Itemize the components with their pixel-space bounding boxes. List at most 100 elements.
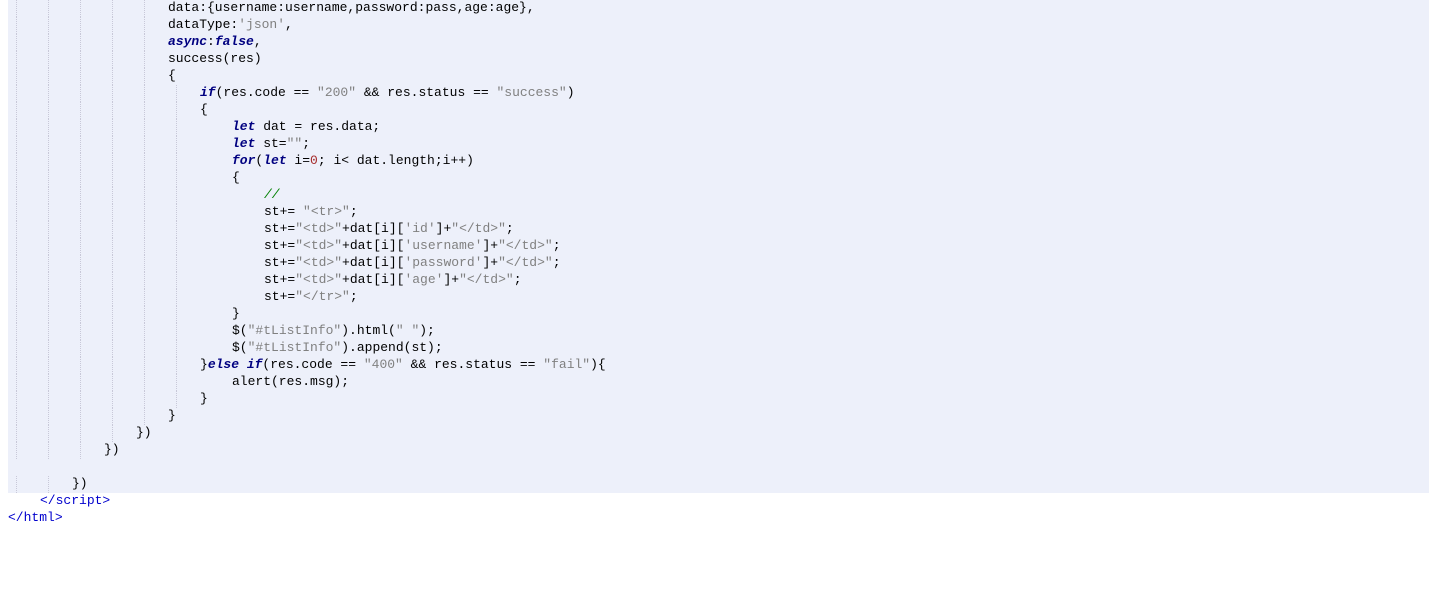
token: && res.status == (403, 357, 543, 372)
line-content: async:false, (8, 34, 262, 49)
code-line[interactable]: if(res.code == "200" && res.status == "s… (8, 85, 1429, 102)
indent-guide (80, 255, 81, 272)
indent-guide (80, 136, 81, 153)
token: let (232, 119, 255, 134)
token: $( (232, 323, 248, 338)
indent-guide (80, 442, 81, 459)
code-line[interactable]: }) (8, 476, 1429, 493)
code-line[interactable]: data:{username:username,password:pass,ag… (8, 0, 1429, 17)
code-line[interactable]: for(let i=0; i< dat.length;i++) (8, 153, 1429, 170)
token: ]+ (436, 221, 452, 236)
line-content: } (8, 306, 240, 321)
code-line[interactable]: } (8, 408, 1429, 425)
code-line[interactable]: st+= "<tr>"; (8, 204, 1429, 221)
code-line[interactable]: let dat = res.data; (8, 119, 1429, 136)
token: else if (208, 357, 263, 372)
indent-guide (48, 238, 49, 255)
indent-guide (112, 153, 113, 170)
token: if (200, 85, 216, 100)
line-content: </html> (8, 510, 63, 525)
token: "</td>" (451, 221, 506, 236)
indent-guide (176, 102, 177, 119)
code-editor[interactable]: data:{username:username,password:pass,ag… (0, 0, 1429, 595)
token: } (232, 306, 240, 321)
code-line[interactable]: dataType:'json', (8, 17, 1429, 34)
token: "success" (496, 85, 566, 100)
line-content: st+="<td>"+dat[i]['age']+"</td>"; (8, 272, 522, 287)
code-lines[interactable]: data:{username:username,password:pass,ag… (8, 0, 1429, 527)
indent-guide (16, 153, 17, 170)
indent-guide (144, 17, 145, 34)
indent-guide (16, 391, 17, 408)
code-line[interactable]: st+="</tr>"; (8, 289, 1429, 306)
indent-guide (48, 119, 49, 136)
indent-guide (48, 85, 49, 102)
indent-guide (80, 0, 81, 17)
code-line[interactable]: st+="<td>"+dat[i]['age']+"</td>"; (8, 272, 1429, 289)
token: ; (506, 221, 514, 236)
code-line[interactable]: { (8, 102, 1429, 119)
token: 'age' (404, 272, 443, 287)
code-line[interactable]: { (8, 170, 1429, 187)
code-line[interactable]: // (8, 187, 1429, 204)
line-content: data:{username:username,password:pass,ag… (8, 0, 535, 15)
indent-guide (80, 272, 81, 289)
token: }) (72, 476, 88, 491)
token: }) (136, 425, 152, 440)
line-content: $("#tListInfo").append(st); (8, 340, 443, 355)
code-container[interactable]: data:{username:username,password:pass,ag… (8, 0, 1429, 595)
indent-guide (48, 102, 49, 119)
indent-guide (112, 357, 113, 374)
indent-guide (16, 68, 17, 85)
code-line[interactable]: alert(res.msg); (8, 374, 1429, 391)
token: "" (287, 136, 303, 151)
token: , (285, 17, 293, 32)
indent-guide (112, 119, 113, 136)
indent-guide (176, 238, 177, 255)
token: && res.status == (356, 85, 496, 100)
code-line[interactable]: }else if(res.code == "400" && res.status… (8, 357, 1429, 374)
code-line[interactable]: } (8, 306, 1429, 323)
line-content: { (8, 68, 176, 83)
indent-guide (112, 85, 113, 102)
indent-guide (112, 34, 113, 51)
indent-guide (144, 136, 145, 153)
code-line[interactable]: success(res) (8, 51, 1429, 68)
code-line[interactable]: } (8, 391, 1429, 408)
token: { (168, 68, 176, 83)
indent-guide (48, 425, 49, 442)
indent-guide (48, 340, 49, 357)
code-line[interactable]: $("#tListInfo").html(" "); (8, 323, 1429, 340)
line-content: st+="<td>"+dat[i]['username']+"</td>"; (8, 238, 561, 253)
code-line[interactable]: { (8, 68, 1429, 85)
indent-guide (144, 408, 145, 425)
code-line[interactable]: let st=""; (8, 136, 1429, 153)
code-line[interactable]: </html> (8, 510, 1429, 527)
code-line[interactable]: st+="<td>"+dat[i]['id']+"</td>"; (8, 221, 1429, 238)
line-content: st+="<td>"+dat[i]['id']+"</td>"; (8, 221, 514, 236)
token: ; (350, 289, 358, 304)
token: ).html( (341, 323, 396, 338)
code-line[interactable]: $("#tListInfo").append(st); (8, 340, 1429, 357)
token: st+= (264, 289, 295, 304)
code-line[interactable]: }) (8, 425, 1429, 442)
indent-guide (48, 153, 49, 170)
indent-guide (16, 17, 17, 34)
code-line[interactable]: async:false, (8, 34, 1429, 51)
indent-guide (144, 0, 145, 17)
indent-guide (48, 289, 49, 306)
token: +dat[i][ (342, 255, 404, 270)
code-line[interactable] (8, 459, 1429, 476)
indent-guide (16, 204, 17, 221)
code-line[interactable]: st+="<td>"+dat[i]['password']+"</td>"; (8, 255, 1429, 272)
code-line[interactable]: st+="<td>"+dat[i]['username']+"</td>"; (8, 238, 1429, 255)
token: 'id' (404, 221, 435, 236)
line-content: st+="</tr>"; (8, 289, 358, 304)
indent-guide (112, 306, 113, 323)
token: script (56, 493, 103, 508)
token: "</td>" (459, 272, 514, 287)
code-line[interactable]: }) (8, 442, 1429, 459)
token: > (102, 493, 110, 508)
line-content: if(res.code == "200" && res.status == "s… (8, 85, 575, 100)
code-line[interactable]: </script> (8, 493, 1429, 510)
